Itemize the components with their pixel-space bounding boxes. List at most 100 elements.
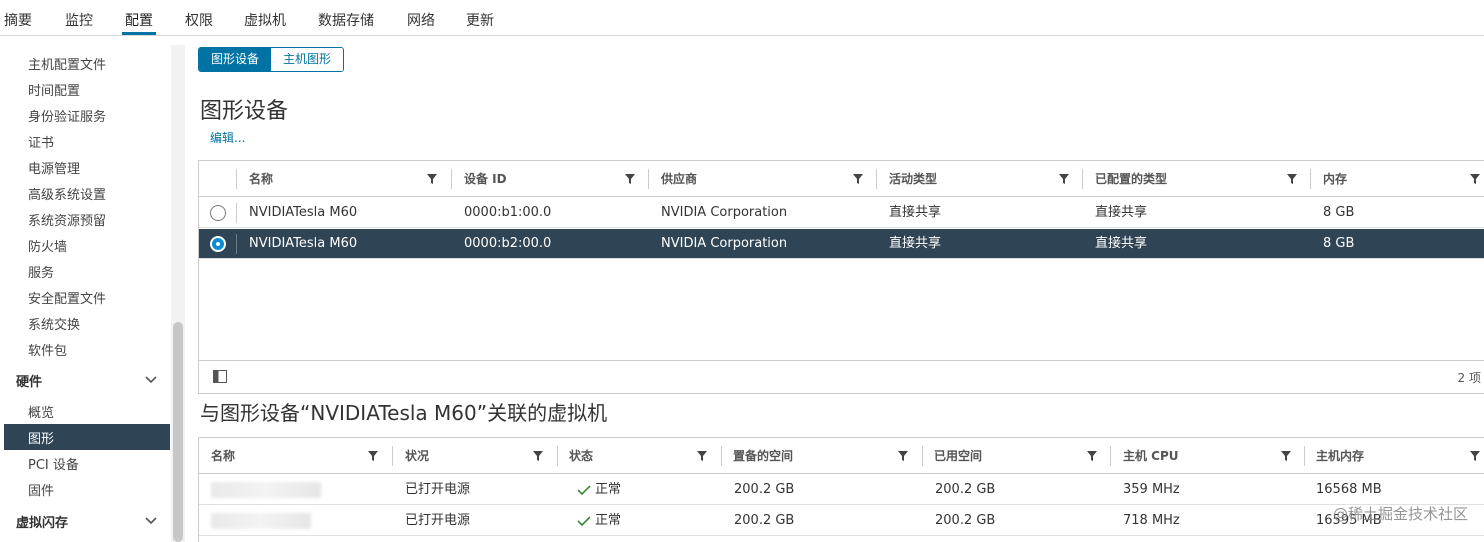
- cell-memory: 16568 MB: [1316, 482, 1382, 497]
- filter-icon[interactable]: [853, 174, 863, 184]
- table-row-selected[interactable]: NVIDIATesla M60 0000:b2:00.0 NVIDIA Corp…: [199, 229, 1484, 259]
- filter-icon[interactable]: [898, 451, 908, 461]
- sidebar-item-auth-services[interactable]: 身份验证服务: [28, 106, 106, 125]
- item-count: 2 项: [1457, 371, 1481, 385]
- associated-vms-table: 名称 状况 状态 置备的空间 已用空间 主机 CPU 主机内存 已打开电源 正常…: [198, 437, 1484, 542]
- sidebar-item-pci-devices[interactable]: PCI 设备: [28, 454, 79, 473]
- row-radio-checked[interactable]: [210, 236, 226, 252]
- column-header-provisioned-space[interactable]: 置备的空间: [733, 438, 793, 474]
- column-separator: [236, 169, 237, 189]
- cell-configured-type: 直接共享: [1095, 236, 1148, 251]
- table-row[interactable]: 已打开电源 正常 200.2 GB 200.2 GB 718 MHz 16595…: [199, 506, 1484, 536]
- sidebar-item-advanced-settings[interactable]: 高级系统设置: [28, 184, 106, 203]
- redacted-vm-name[interactable]: [211, 513, 311, 529]
- filter-icon[interactable]: [427, 174, 437, 184]
- cell-memory: 8 GB: [1323, 205, 1355, 220]
- sidebar-item-services[interactable]: 服务: [28, 262, 54, 281]
- sidebar-item-firewall[interactable]: 防火墙: [28, 236, 67, 255]
- redacted-vm-name[interactable]: [211, 482, 321, 498]
- graphics-devices-toggle[interactable]: 图形设备: [199, 48, 272, 71]
- sidebar-item-security-profile[interactable]: 安全配置文件: [28, 288, 106, 307]
- sidebar-group-virtual-flash[interactable]: 虚拟闪存: [16, 512, 68, 531]
- cell-memory: 8 GB: [1323, 236, 1355, 251]
- filter-icon[interactable]: [1470, 174, 1480, 184]
- table-row[interactable]: 已打开电源 正常 200.2 GB 200.2 GB 359 MHz 16568…: [199, 475, 1484, 505]
- sidebar-item-resource-reservation[interactable]: 系统资源预留: [28, 210, 106, 229]
- column-header-memory[interactable]: 内存: [1323, 161, 1347, 197]
- filter-icon[interactable]: [625, 174, 635, 184]
- top-tab-bar: 摘要 监控 配置 权限 虚拟机 数据存储 网络 更新: [0, 0, 1484, 36]
- column-header-device-id[interactable]: 设备 ID: [464, 161, 507, 197]
- column-header-vendor[interactable]: 供应商: [661, 161, 697, 197]
- table-row[interactable]: NVIDIATesla M60 0000:b1:00.0 NVIDIA Corp…: [199, 198, 1484, 228]
- edit-link[interactable]: 编辑...: [210, 129, 245, 146]
- cell-active-type: 直接共享: [889, 236, 942, 251]
- tab-summary[interactable]: 摘要: [4, 10, 32, 30]
- sidebar-scrollbar-thumb[interactable]: [173, 322, 183, 542]
- sidebar-item-packages[interactable]: 软件包: [28, 340, 67, 359]
- column-separator: [557, 446, 558, 466]
- sidebar-group-hardware[interactable]: 硬件: [16, 371, 42, 390]
- column-separator: [236, 203, 237, 223]
- sidebar: 主机配置文件 时间配置 身份验证服务 证书 电源管理 高级系统设置 系统资源预留…: [0, 37, 188, 542]
- filter-icon[interactable]: [533, 451, 543, 461]
- filter-icon[interactable]: [697, 451, 707, 461]
- cell-status: 正常: [595, 513, 622, 528]
- tab-updates[interactable]: 更新: [466, 10, 494, 30]
- tab-vms[interactable]: 虚拟机: [244, 10, 286, 30]
- column-separator: [392, 446, 393, 466]
- filter-icon[interactable]: [1470, 451, 1480, 461]
- cell-active-type: 直接共享: [889, 205, 942, 220]
- tab-datastores[interactable]: 数据存储: [318, 10, 374, 30]
- chevron-down-icon[interactable]: [144, 373, 158, 387]
- main-content: 图形设备 主机图形 图形设备 编辑... 名称 设备 ID 供应商 活动类型 已…: [190, 37, 1484, 542]
- column-header-name[interactable]: 名称: [249, 161, 273, 197]
- tab-configure[interactable]: 配置: [125, 10, 153, 30]
- filter-icon[interactable]: [1281, 451, 1291, 461]
- sidebar-item-firmware[interactable]: 固件: [28, 480, 54, 499]
- filter-icon[interactable]: [368, 451, 378, 461]
- column-separator: [648, 169, 649, 189]
- column-header-status[interactable]: 状态: [569, 438, 593, 474]
- section-title-graphics-devices: 图形设备: [200, 99, 289, 124]
- column-header-host-cpu[interactable]: 主机 CPU: [1123, 438, 1179, 474]
- cell-device-id: 0000:b2:00.0: [464, 236, 552, 251]
- check-icon: [577, 485, 591, 495]
- filter-icon[interactable]: [1287, 174, 1297, 184]
- column-separator: [1310, 169, 1311, 189]
- cell-condition: 已打开电源: [405, 482, 471, 497]
- sidebar-item-certificate[interactable]: 证书: [28, 132, 54, 151]
- cell-cpu: 359 MHz: [1123, 482, 1180, 497]
- sidebar-item-graphics-label: 图形: [28, 432, 55, 447]
- column-header-active-type[interactable]: 活动类型: [889, 161, 937, 197]
- filter-icon[interactable]: [1059, 174, 1069, 184]
- column-separator: [1110, 446, 1111, 466]
- chevron-down-icon[interactable]: [144, 514, 158, 528]
- row-radio[interactable]: [210, 205, 226, 221]
- cell-provisioned: 200.2 GB: [734, 482, 795, 497]
- column-header-name[interactable]: 名称: [211, 438, 235, 474]
- cell-cpu: 718 MHz: [1123, 513, 1180, 528]
- column-header-used-space[interactable]: 已用空间: [934, 438, 982, 474]
- sidebar-item-power-management[interactable]: 电源管理: [28, 158, 80, 177]
- sidebar-item-host-profile[interactable]: 主机配置文件: [28, 54, 106, 73]
- table-header: 名称 状况 状态 置备的空间 已用空间 主机 CPU 主机内存: [199, 438, 1484, 474]
- view-toggle: 图形设备 主机图形: [198, 47, 345, 72]
- host-graphics-toggle[interactable]: 主机图形: [271, 48, 344, 71]
- column-header-host-memory[interactable]: 主机内存: [1316, 438, 1364, 474]
- filter-icon[interactable]: [1087, 451, 1097, 461]
- table-header: 名称 设备 ID 供应商 活动类型 已配置的类型 内存: [199, 161, 1484, 197]
- tab-networks[interactable]: 网络: [407, 10, 435, 30]
- column-header-condition[interactable]: 状况: [405, 438, 429, 474]
- column-toggle-icon[interactable]: [213, 370, 227, 383]
- tab-permissions[interactable]: 权限: [185, 10, 213, 30]
- cell-vendor: NVIDIA Corporation: [661, 236, 788, 251]
- section-title-associated-vms: 与图形设备“NVIDIATesla M60”关联的虚拟机: [200, 401, 608, 425]
- sidebar-item-system-swap[interactable]: 系统交换: [28, 314, 80, 333]
- cell-name: NVIDIATesla M60: [249, 236, 358, 251]
- cell-provisioned: 200.2 GB: [734, 513, 795, 528]
- tab-monitor[interactable]: 监控: [65, 10, 93, 30]
- sidebar-item-overview[interactable]: 概览: [28, 402, 54, 421]
- column-header-configured-type[interactable]: 已配置的类型: [1095, 161, 1167, 197]
- sidebar-item-time-config[interactable]: 时间配置: [28, 80, 80, 99]
